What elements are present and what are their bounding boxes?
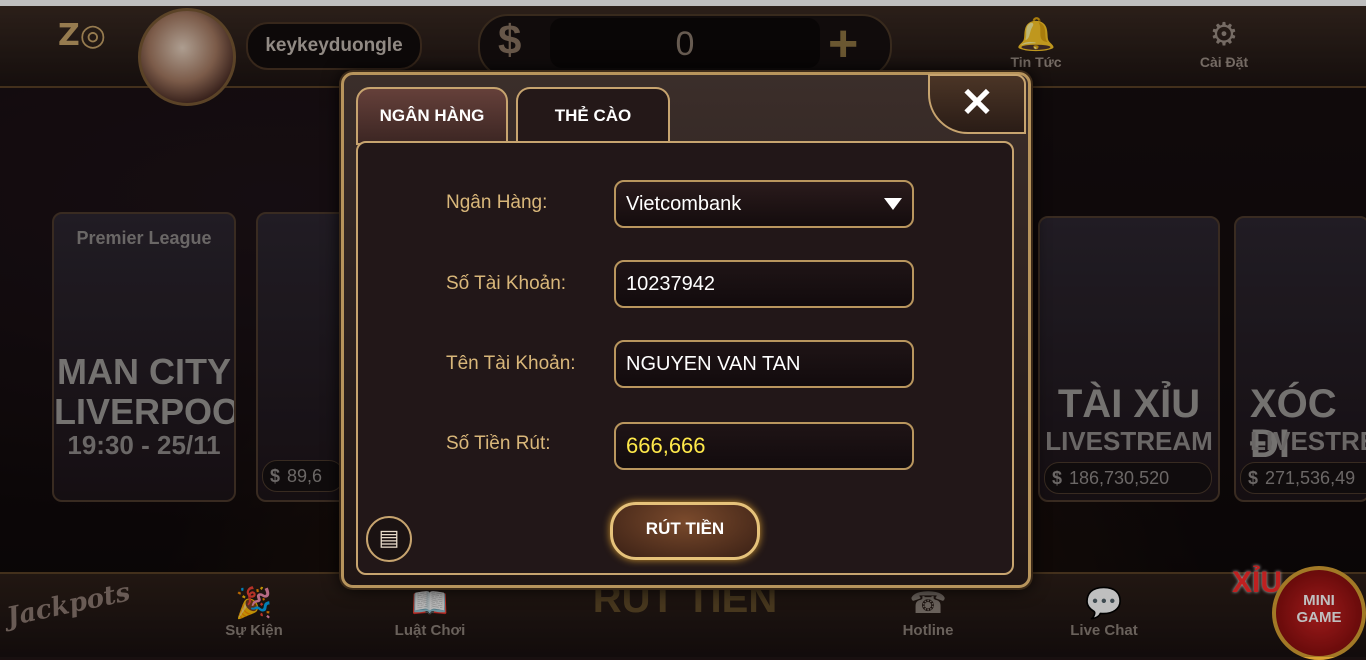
account-number-label: Số Tài Khoản: bbox=[446, 273, 567, 294]
amount-input[interactable]: 666,666 bbox=[614, 422, 914, 470]
account-number-input[interactable]: 10237942 bbox=[614, 260, 914, 308]
account-name-label: Tên Tài Khoản: bbox=[446, 353, 576, 374]
history-icon: ▤ bbox=[378, 526, 400, 551]
close-button[interactable]: ✕ bbox=[928, 74, 1026, 134]
amount-label: Số Tiền Rút: bbox=[446, 433, 551, 454]
chevron-down-icon bbox=[884, 198, 902, 210]
bank-select-value: Vietcombank bbox=[626, 193, 742, 215]
close-icon: ✕ bbox=[960, 81, 994, 125]
bank-label: Ngân Hàng: bbox=[446, 192, 548, 213]
bank-select[interactable]: Vietcombank bbox=[614, 180, 914, 228]
withdraw-button[interactable]: RÚT TIỀN bbox=[610, 502, 760, 560]
account-name-input[interactable]: NGUYEN VAN TAN bbox=[614, 340, 914, 388]
tab-bank[interactable]: NGÂN HÀNG bbox=[356, 87, 508, 145]
history-button[interactable]: ▤ bbox=[366, 516, 412, 562]
tab-card[interactable]: THẺ CÀO bbox=[516, 87, 670, 143]
